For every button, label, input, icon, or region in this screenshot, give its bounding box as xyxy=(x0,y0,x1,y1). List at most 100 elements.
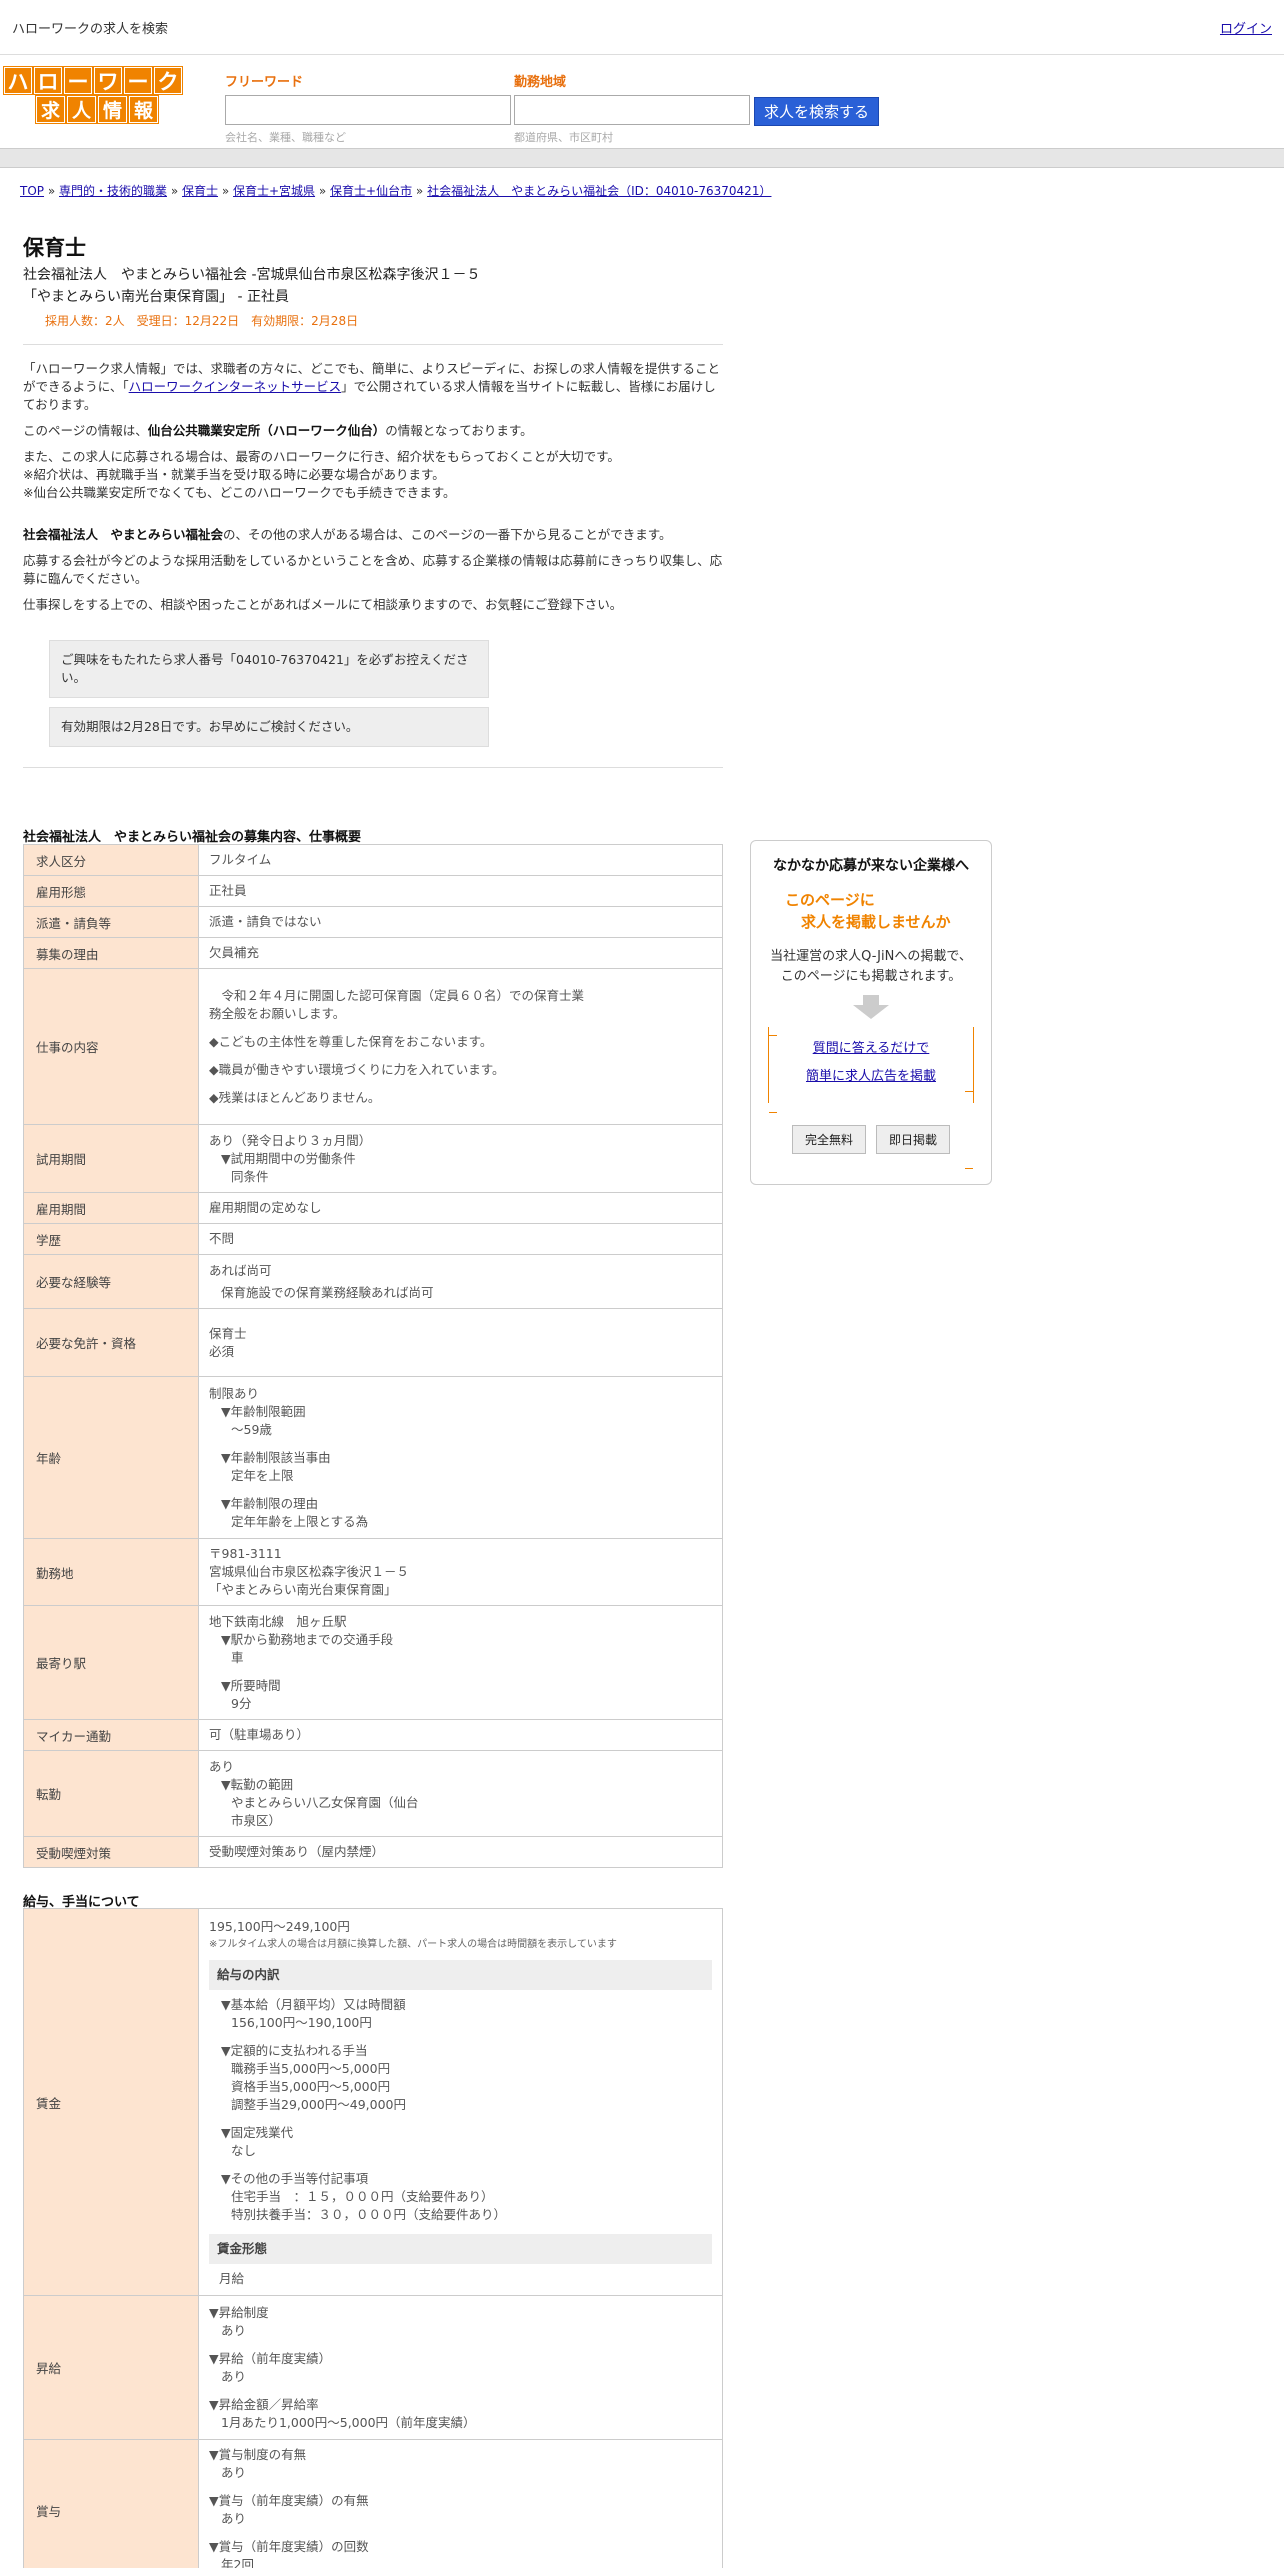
row-value: 欠員補充 xyxy=(198,937,723,969)
value-line: ▼昇給金額／昇給率 xyxy=(209,2396,319,2412)
logo-char: ー xyxy=(63,66,93,95)
ad-text: 当社運営の求人Q-JiNへの掲載で、 このページにも掲載されます。 xyxy=(751,947,991,987)
value-line: なし xyxy=(231,2143,257,2158)
referral-text: また、この求人に応募される場合は、最寄のハローワークに行き、紹介状をもらっておく… xyxy=(23,449,620,464)
breadcrumb-job[interactable]: 保育士 xyxy=(182,184,218,198)
area-input[interactable] xyxy=(514,95,750,125)
value-line: 必須 xyxy=(209,1343,235,1359)
keyword-hint: 会社名、業種、職種など xyxy=(225,131,346,144)
value-line: ▼駅から勤務地までの交通手段 xyxy=(221,1631,394,1647)
value-line: 同条件 xyxy=(231,1168,269,1184)
ad-links: 質問に答えるだけで 簡単に求人広告を掲載 xyxy=(768,1027,974,1169)
search-header: ハ ロ ー ワ ー ク 求 人 情 報 フリーワード 会社名、業種、職種など 勤… xyxy=(0,55,1284,148)
logo-char: ク xyxy=(153,66,183,95)
row-value: ▼昇給制度 あり ▼昇給（前年度実績） あり ▼昇給金額／昇給率 1月あたり1,… xyxy=(198,2295,723,2440)
breadcrumb-company[interactable]: 社会福祉法人 やまとみらい福祉会（ID：04010-76370421） xyxy=(427,184,771,198)
row-value: 195,100円〜249,100円 ※フルタイム求人の場合は月額に換算した額、パ… xyxy=(198,1908,723,2296)
value-line: あり xyxy=(221,2322,247,2338)
logo-char: ワ xyxy=(93,66,123,95)
row-value: 可（駐車場あり） xyxy=(198,1719,723,1751)
referral-paragraph: また、この求人に応募される場合は、最寄のハローワークに行き、紹介状をもらっておく… xyxy=(23,448,723,502)
table-row: 必要な経験等 あれば尚可 保育施設での保育業務経験あれば尚可 xyxy=(23,1254,723,1309)
row-label: マイカー通勤 xyxy=(23,1719,199,1751)
divider xyxy=(23,344,723,345)
row-value: 令和２年４月に開園した認可保育園（定員６０名）での保育士業 務全般をお願いします… xyxy=(198,968,723,1125)
row-value: 〒981-3111 宮城県仙台市泉区松森字後沢１－５ 「やまとみらい南光台東保育… xyxy=(198,1538,723,1606)
table-row: 受動喫煙対策 受動喫煙対策あり（屋内禁煙） xyxy=(23,1836,723,1868)
ad-text-line: 当社運営の求人Q-JiNへの掲載で、 xyxy=(770,949,972,964)
value-line: 156,100円〜190,100円 xyxy=(231,2015,372,2030)
row-label: 勤務地 xyxy=(23,1538,199,1606)
ad-headline-line: 求人を掲載しませんか xyxy=(801,913,951,931)
value-line: 定年を上限 xyxy=(231,1467,294,1483)
value-line: ▼昇給制度 xyxy=(209,2304,269,2320)
login-link[interactable]: ログイン xyxy=(1220,18,1272,37)
breadcrumb: TOP » 専門的・技術的職業 » 保育士 » 保育士+宮城県 » 保育士+仙台… xyxy=(20,184,772,198)
hellowork-internet-link[interactable]: ハローワークインターネットサービス xyxy=(129,379,342,394)
row-label: 雇用期間 xyxy=(23,1192,199,1224)
ad-link-post[interactable]: 簡単に求人広告を掲載 xyxy=(806,1069,936,1084)
value-line: 務全般をお願いします。 xyxy=(209,1005,346,1021)
table-row: 昇給 ▼昇給制度 あり ▼昇給（前年度実績） あり ▼昇給金額／昇給率 1月あた… xyxy=(23,2295,723,2440)
row-value: 受動喫煙対策あり（屋内禁煙） xyxy=(198,1836,723,1868)
row-label: 受動喫煙対策 xyxy=(23,1836,199,1868)
table-row: 派遣・請負等 派遣・請負ではない xyxy=(23,906,723,938)
row-value: 地下鉄南北線 旭ヶ丘駅 ▼駅から勤務地までの交通手段 車 ▼所要時間 9分 xyxy=(198,1605,723,1720)
employer-ad-box: なかなか応募が来ない企業様へ このページに 求人を掲載しませんか 当社運営の求人… xyxy=(750,840,992,1185)
logo-char: ー xyxy=(123,66,153,95)
value-line: 資格手当5,000円〜5,000円 xyxy=(231,2079,391,2094)
value-line: 制限あり xyxy=(209,1385,260,1401)
table-row: 転勤 あり ▼転勤の範囲 やまとみらい八乙女保育園（仙台 市泉区） xyxy=(23,1750,723,1837)
breadcrumb-city[interactable]: 保育士+仙台市 xyxy=(330,184,412,198)
row-label: 必要な経験等 xyxy=(23,1254,199,1309)
row-value: 制限あり ▼年齢制限範囲 〜59歳 ▼年齢制限該当事由 定年を上限 ▼年齢制限の… xyxy=(198,1376,723,1539)
value-line: 宮城県仙台市泉区松森字後沢１－５ xyxy=(209,1564,410,1579)
expiry-note: 有効期限は2月28日です。お早めにご検討ください。 xyxy=(49,707,489,747)
row-value: 雇用期間の定めなし xyxy=(198,1192,723,1224)
source-text: の情報となっております。 xyxy=(385,423,533,438)
logo-char: 情 xyxy=(97,95,128,124)
value-line: 1月あたり1,000円〜5,000円（前年度実績） xyxy=(221,2414,476,2430)
row-label: 募集の理由 xyxy=(23,937,199,969)
value-line: 保育施設での保育業務経験あれば尚可 xyxy=(221,1284,434,1300)
page-title: 保育士 xyxy=(23,236,86,260)
site-label: ハローワークの求人を検索 xyxy=(12,21,169,37)
ad-headline: このページに 求人を掲載しませんか xyxy=(751,889,991,933)
value-line: ▼定額的に支払われる手当 xyxy=(221,2043,368,2058)
breadcrumb-top[interactable]: TOP xyxy=(20,184,44,198)
keyword-input[interactable] xyxy=(225,95,511,125)
value-line: ▼賞与（前年度実績）の回数 xyxy=(209,2539,369,2554)
logo-char: 人 xyxy=(66,95,97,124)
value-line: ▼賞与制度の有無 xyxy=(209,2447,307,2462)
source-paragraph: このページの情報は、仙台公共職業安定所（ハローワーク仙台）の情報となっております… xyxy=(23,422,723,440)
value-line: 保育士 xyxy=(209,1325,247,1341)
free-badge[interactable]: 完全無料 xyxy=(791,1125,866,1154)
value-line: ▼その他の手当等付記事項 xyxy=(221,2171,369,2186)
ad-badges: 完全無料 即日掲載 xyxy=(751,1125,991,1154)
other-jobs-paragraph: 社会福祉法人 やまとみらい福祉会の、その他の求人がある場合は、このページの一番下… xyxy=(23,526,723,544)
row-label: 試用期間 xyxy=(23,1124,199,1193)
value-line: あり（発令日より３ヵ月間） xyxy=(209,1132,372,1148)
site-logo[interactable]: ハ ロ ー ワ ー ク 求 人 情 報 xyxy=(3,66,183,124)
same-day-badge[interactable]: 即日掲載 xyxy=(876,1125,951,1154)
breadcrumb-prefecture[interactable]: 保育士+宮城県 xyxy=(233,184,315,198)
table-row: 試用期間 あり（発令日より３ヵ月間） ▼試用期間中の労働条件 同条件 xyxy=(23,1124,723,1193)
breadcrumb-category[interactable]: 専門的・技術的職業 xyxy=(59,184,167,198)
value-line: ▼賞与（前年度実績）の有無 xyxy=(209,2493,369,2508)
search-button[interactable]: 求人を検索する xyxy=(754,97,879,126)
value-line: ▼転勤の範囲 xyxy=(221,1776,294,1792)
row-value: あり ▼転勤の範囲 やまとみらい八乙女保育園（仙台 市泉区） xyxy=(198,1750,723,1837)
section-title: 社会福祉法人 やまとみらい福祉会の募集内容、仕事概要 xyxy=(23,830,362,845)
value-line: ▼昇給（前年度実績） xyxy=(209,2350,332,2366)
row-label: 学歴 xyxy=(23,1223,199,1255)
row-label: 求人区分 xyxy=(23,844,199,876)
value-line: ▼試用期間中の労働条件 xyxy=(221,1150,356,1166)
row-label: 昇給 xyxy=(23,2295,199,2440)
value-line: 「やまとみらい南光台東保育園」 xyxy=(209,1582,397,1597)
value-line: あり xyxy=(221,2511,247,2526)
ad-link-answer[interactable]: 質問に答えるだけで xyxy=(813,1041,930,1056)
table-row: 勤務地 〒981-3111 宮城県仙台市泉区松森字後沢１－５ 「やまとみらい南光… xyxy=(23,1538,723,1606)
table-row: 賞与 ▼賞与制度の有無 あり ▼賞与（前年度実績）の有無 あり ▼賞与（前年度実… xyxy=(23,2439,723,2568)
value-line: ▼年齢制限の理由 xyxy=(221,1495,319,1511)
value-line: あり xyxy=(221,2465,247,2480)
